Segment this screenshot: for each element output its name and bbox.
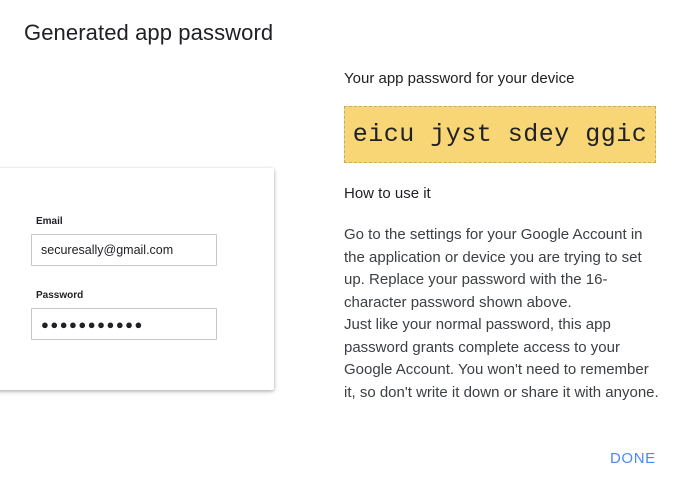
email-field: securesally@gmail.com (31, 234, 217, 266)
password-label: Password (36, 290, 84, 301)
instructions-paragraph-2: Just like your normal password, this app… (344, 316, 659, 401)
app-password-text[interactable]: eicu jyst sdey ggic (353, 120, 648, 149)
how-to-heading: How to use it (344, 185, 431, 202)
password-masked-value: ●●●●●●●●●●● (41, 316, 144, 332)
email-label: Email (36, 216, 63, 227)
login-illustration-card: Email securesally@gmail.com Password ●●●… (0, 168, 274, 390)
email-value: securesally@gmail.com (41, 243, 174, 257)
instructions-text: Go to the settings for your Google Accou… (344, 224, 664, 404)
instructions-paragraph-1: Go to the settings for your Google Accou… (344, 226, 643, 311)
app-password-box[interactable]: eicu jyst sdey ggic (344, 106, 656, 163)
app-password-heading: Your app password for your device (344, 70, 575, 87)
dialog-title: Generated app password (24, 20, 274, 45)
done-button[interactable]: DONE (600, 446, 666, 471)
password-field: ●●●●●●●●●●● (31, 308, 217, 340)
